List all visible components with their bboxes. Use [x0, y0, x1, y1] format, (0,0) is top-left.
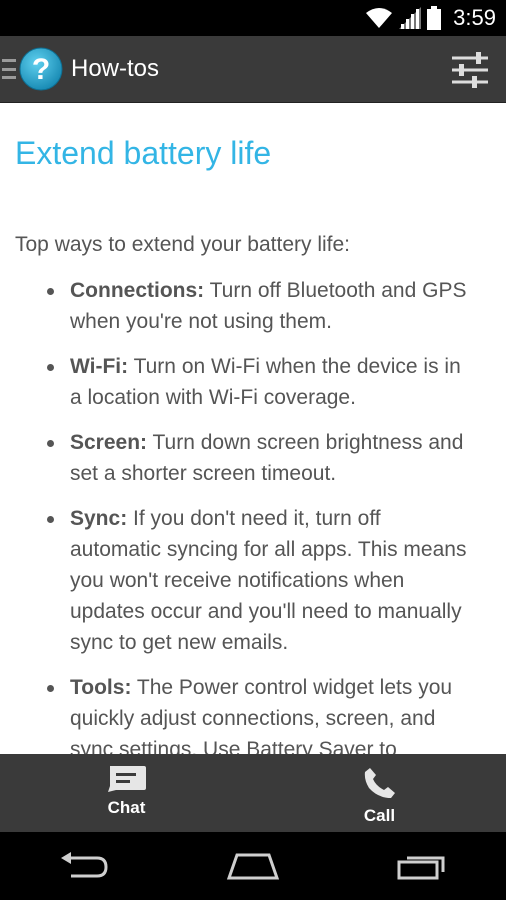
tip-heading: Sync:: [70, 507, 128, 530]
recent-apps-icon: [397, 856, 445, 880]
status-time: 3:59: [453, 5, 496, 30]
article-title: Extend battery life: [15, 135, 272, 171]
status-icons: [365, 6, 442, 30]
home-icon: [226, 853, 280, 880]
action-bar: ? How-tos: [0, 36, 506, 103]
back-button[interactable]: [54, 846, 114, 886]
tip-text: Turn on Wi-Fi when the device is in a lo…: [70, 355, 461, 409]
tip-heading: Tools:: [70, 676, 132, 699]
home-button[interactable]: [223, 846, 283, 886]
tip-text: If you don't need it, turn off automatic…: [70, 507, 467, 654]
drawer-indicator-icon[interactable]: [2, 59, 16, 79]
chat-label: Chat: [107, 798, 146, 817]
wifi-icon: [366, 8, 393, 28]
signal-icon: [399, 7, 422, 29]
chat-icon: [107, 766, 146, 792]
list-item: Connections: Turn off Bluetooth and GPS …: [15, 275, 475, 337]
tip-heading: Screen:: [70, 431, 148, 454]
phone-screen: 3:59 ? How-tos Extend battery life Top w…: [0, 0, 506, 900]
svg-text:?: ?: [32, 53, 50, 86]
system-nav-bar: [0, 832, 506, 900]
bottom-action-bar: Chat Call: [0, 754, 506, 832]
list-item: Wi-Fi: Turn on Wi-Fi when the device is …: [15, 351, 475, 413]
phone-icon: [364, 768, 395, 798]
recent-apps-button[interactable]: [392, 846, 452, 886]
article-content[interactable]: Extend battery life Top ways to extend y…: [0, 103, 506, 754]
back-icon: [61, 852, 108, 878]
call-label: Call: [363, 806, 396, 825]
sliders-icon[interactable]: [450, 50, 490, 90]
page-title: How-tos: [71, 55, 160, 82]
tip-heading: Wi-Fi:: [70, 355, 129, 378]
battery-icon: [427, 6, 442, 30]
status-bar: 3:59: [0, 0, 506, 36]
chat-button[interactable]: Chat: [0, 754, 253, 832]
tips-list: Connections: Turn off Bluetooth and GPS …: [15, 275, 475, 754]
call-button[interactable]: Call: [253, 754, 506, 832]
list-item: Sync: If you don't need it, turn off aut…: [15, 503, 475, 658]
tip-heading: Connections:: [70, 279, 205, 302]
list-item: Screen: Turn down screen brightness and …: [15, 427, 475, 489]
list-item: Tools: The Power control widget lets you…: [15, 672, 475, 754]
article-intro: Top ways to extend your battery life:: [15, 233, 351, 256]
help-question-icon[interactable]: ?: [19, 47, 63, 91]
